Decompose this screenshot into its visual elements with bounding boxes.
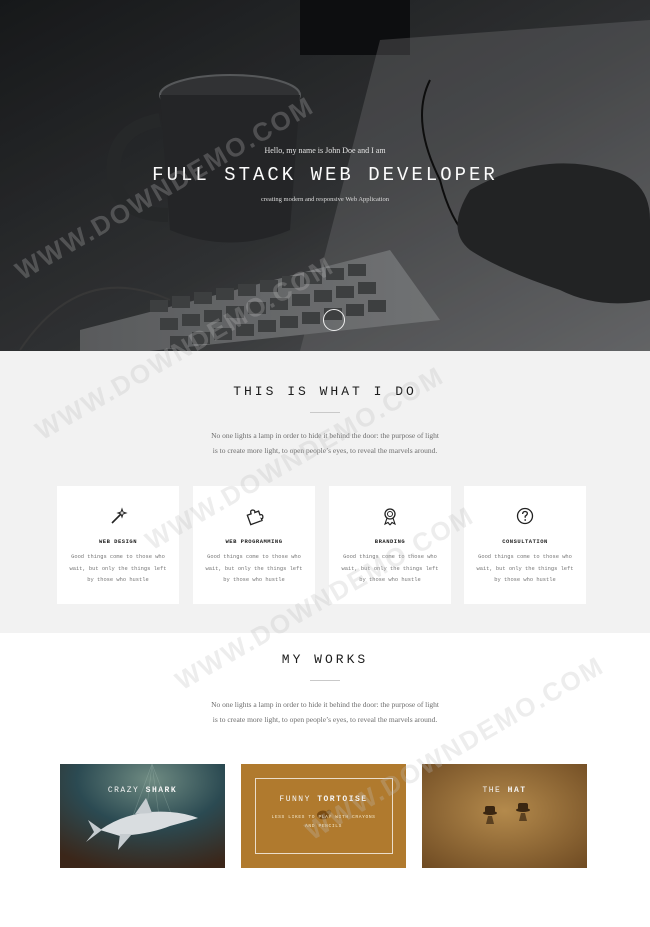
service-card-title: WEB DESIGN	[98, 538, 137, 545]
hero-title: FULL STACK WEB DEVELOPER	[152, 164, 498, 186]
service-card-text-line: Good things come to those who	[343, 554, 437, 560]
service-card-text-line: wait, but only the things left	[205, 565, 303, 572]
work-subtitle-line: AND PENCILS	[305, 824, 342, 829]
service-card-text-line: Good things come to those who	[207, 554, 301, 560]
services-divider	[310, 412, 340, 413]
services-description: No one lights a lamp in order to hide it…	[180, 428, 470, 458]
services-cards: WEB DESIGN Good things come to those who…	[57, 486, 587, 604]
service-card-text-line: wait, but only the things left	[341, 565, 439, 572]
works-description-line: is to create more light, to open people’…	[212, 715, 438, 724]
work-subtitle: LESS LIKES TO PLAY WITH CRAYONS AND PENC…	[241, 813, 406, 831]
hero-intro: Hello, my name is John Doe and I am	[264, 146, 386, 155]
service-card-text-line: by those who hustle	[223, 577, 285, 584]
works-title: MY WORKS	[281, 652, 369, 667]
service-card-text: Good things come to those who wait, but …	[201, 552, 307, 587]
shark-image	[60, 764, 225, 868]
services-title: THIS IS WHAT I DO	[233, 384, 417, 399]
services-description-line: No one lights a lamp in order to hide it…	[211, 431, 439, 440]
works-section: MY WORKS No one lights a lamp in order t…	[0, 633, 650, 927]
scroll-down-circle-button[interactable]	[323, 309, 345, 331]
services-section: THIS IS WHAT I DO No one lights a lamp i…	[0, 351, 650, 633]
service-card-text-line: wait, but only the things left	[69, 565, 167, 572]
service-card-text: Good things come to those who wait, but …	[337, 552, 443, 587]
service-card-title: CONSULTATION	[502, 538, 548, 545]
work-subtitle-line: LESS LIKES TO PLAY WITH CRAYONS	[271, 815, 376, 820]
work-item-funny-tortoise[interactable]: FUNNY TORTOISE LESS LIKES TO PLAY WITH C…	[241, 764, 406, 868]
service-card-text: Good things come to those who wait, but …	[65, 552, 171, 587]
service-card-title: WEB PROGRAMMING	[225, 538, 283, 545]
work-title-part: THE	[482, 786, 508, 795]
work-title-part: FUNNY	[279, 795, 318, 804]
service-card-text-line: by those who hustle	[359, 577, 421, 584]
service-card-consultation[interactable]: CONSULTATION Good things come to those w…	[464, 486, 586, 604]
works-description: No one lights a lamp in order to hide it…	[180, 697, 470, 727]
service-card-web-programming[interactable]: WEB PROGRAMMING Good things come to thos…	[193, 486, 315, 604]
work-title-part: SHARK	[145, 786, 178, 795]
hero-section: Hello, my name is John Doe and I am FULL…	[0, 0, 650, 351]
service-card-web-design[interactable]: WEB DESIGN Good things come to those who…	[57, 486, 179, 604]
service-card-text: Good things come to those who wait, but …	[472, 552, 578, 587]
service-card-text-line: Good things come to those who	[71, 554, 165, 560]
works-description-line: No one lights a lamp in order to hide it…	[211, 700, 439, 709]
work-title-part: TORTOISE	[317, 795, 368, 804]
work-item-the-hat[interactable]: THE HAT	[422, 764, 587, 868]
work-title-part: HAT	[507, 786, 527, 795]
service-card-title: BRANDING	[374, 538, 406, 545]
magic-wand-icon	[111, 507, 128, 524]
service-card-text-line: by those who hustle	[494, 577, 556, 584]
work-title: THE HAT	[422, 786, 587, 795]
service-card-text-line: wait, but only the things left	[476, 565, 574, 572]
works-divider	[310, 680, 340, 681]
service-card-branding[interactable]: BRANDING Good things come to those who w…	[329, 486, 451, 604]
hero-subtitle: creating modern and responsive Web Appli…	[260, 196, 390, 203]
work-title: FUNNY TORTOISE	[241, 795, 406, 804]
work-item-crazy-shark[interactable]: CRAZY SHARK	[60, 764, 225, 868]
work-title-part: CRAZY	[107, 786, 146, 795]
service-card-text-line: by those who hustle	[87, 577, 149, 584]
services-description-line: is to create more light, to open people’…	[212, 446, 438, 455]
puzzle-icon	[246, 509, 264, 526]
question-circle-icon	[516, 507, 534, 525]
service-card-text-line: Good things come to those who	[478, 554, 572, 560]
hero-text-block: Hello, my name is John Doe and I am FULL…	[0, 0, 650, 351]
hat-image	[422, 764, 587, 868]
work-title: CRAZY SHARK	[60, 786, 225, 795]
award-ribbon-icon	[384, 508, 396, 526]
